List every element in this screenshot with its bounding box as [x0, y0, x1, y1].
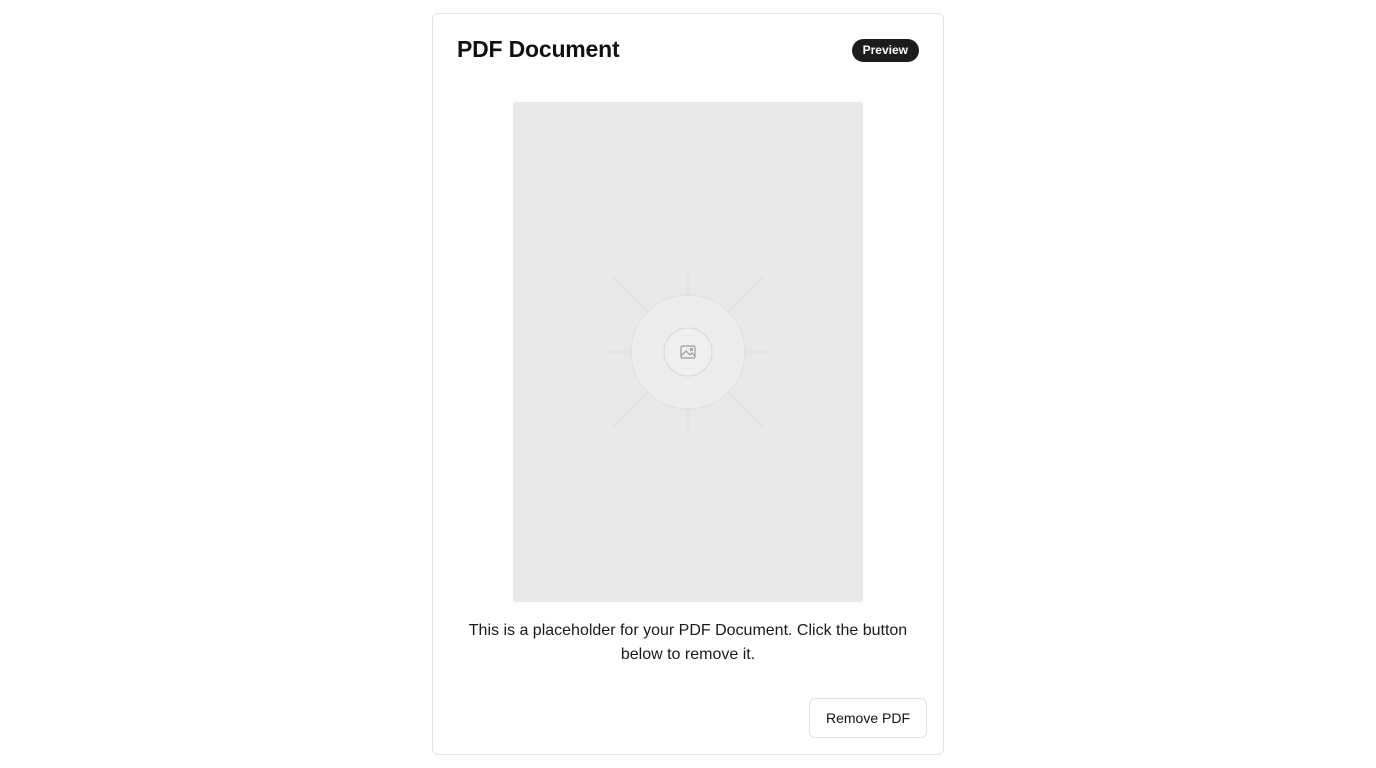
pdf-card: PDF Document Preview This is a placehold…	[432, 13, 944, 755]
pdf-preview-placeholder	[513, 102, 863, 602]
placeholder-description: This is a placeholder for your PDF Docum…	[468, 622, 908, 663]
placeholder-graphic	[608, 272, 768, 432]
preview-badge: Preview	[851, 39, 919, 62]
remove-pdf-button[interactable]: Remove PDF	[808, 698, 927, 738]
card-title: PDF Document	[457, 36, 620, 62]
